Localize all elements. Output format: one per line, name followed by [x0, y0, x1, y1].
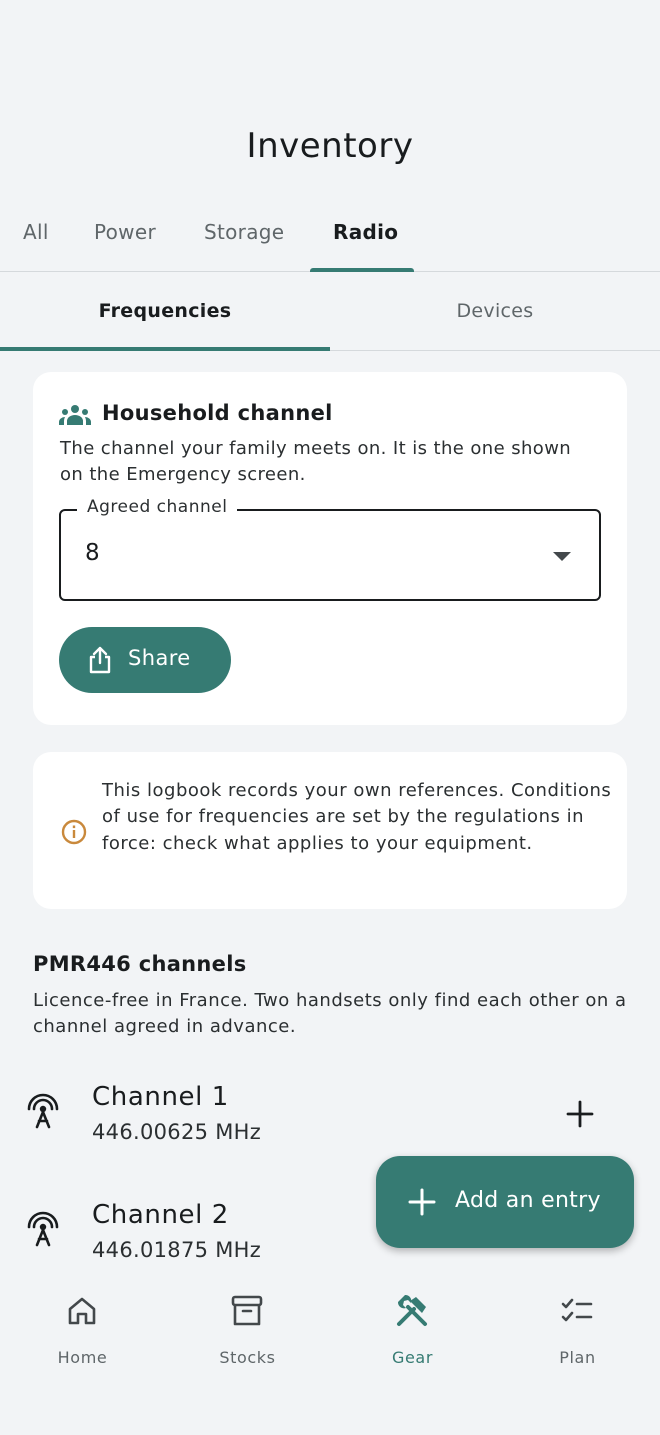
family-icon [59, 405, 91, 425]
channel-frequency: 446.01875 MHz [92, 1238, 262, 1262]
info-card: This logbook records your own references… [33, 752, 627, 909]
share-label: Share [128, 646, 191, 670]
tab-devices[interactable]: Devices [330, 272, 660, 350]
agreed-channel-dropdown[interactable]: Agreed channel 8 [59, 497, 601, 601]
subtab-indicator [0, 347, 330, 351]
dropdown-arrow-icon [553, 552, 571, 561]
tab-power[interactable]: Power [94, 200, 156, 272]
tools-icon [397, 1294, 427, 1326]
plus-icon [408, 1188, 436, 1216]
nav-plan[interactable]: Plan [495, 1268, 660, 1388]
bottom-navigation: Home Stocks Gear Plan [0, 1268, 660, 1435]
nav-home-label: Home [57, 1348, 108, 1367]
info-icon [61, 819, 87, 845]
channel-name: Channel 1 [92, 1082, 229, 1112]
household-title: Household channel [102, 401, 333, 425]
share-icon [89, 646, 111, 674]
nav-home[interactable]: Home [0, 1268, 165, 1388]
page-title: Inventory [246, 126, 414, 166]
channel-frequency: 446.00625 MHz [92, 1120, 262, 1144]
tab-frequencies[interactable]: Frequencies [0, 272, 330, 350]
household-description: The channel your family meets on. It is … [60, 438, 572, 485]
section-description: Licence-free in France. Two handsets onl… [33, 990, 627, 1038]
archive-icon [231, 1295, 263, 1326]
inventory-screen: Inventory All Power Storage Radio Freque… [0, 0, 660, 1435]
household-channel-card: Household channel The channel your famil… [33, 372, 627, 725]
antenna-icon [27, 1211, 59, 1247]
nav-gear[interactable]: Gear [330, 1268, 495, 1388]
checklist-icon [561, 1298, 593, 1322]
nav-plan-label: Plan [559, 1348, 596, 1367]
plus-icon [566, 1100, 594, 1128]
tab-radio[interactable]: Radio [333, 200, 398, 272]
antenna-icon [27, 1093, 59, 1129]
section-title: PMR446 channels [33, 952, 247, 976]
category-tabs: All Power Storage Radio [0, 200, 660, 272]
agreed-channel-label: Agreed channel [77, 497, 238, 517]
tab-storage[interactable]: Storage [204, 200, 284, 272]
info-text: This logbook records your own references… [102, 780, 612, 854]
nav-stocks-label: Stocks [219, 1348, 276, 1367]
agreed-channel-value: 8 [85, 540, 100, 566]
radio-subtabs: Frequencies Devices [0, 272, 660, 350]
home-icon [68, 1297, 96, 1325]
list-item[interactable]: Channel 1 446.00625 MHz [0, 1060, 660, 1170]
nav-stocks[interactable]: Stocks [165, 1268, 330, 1388]
share-button[interactable]: Share [59, 627, 231, 693]
add-entry-label: Add an entry [455, 1188, 601, 1213]
add-entry-fab[interactable]: Add an entry [376, 1156, 634, 1248]
nav-gear-label: Gear [391, 1348, 434, 1367]
channel-name: Channel 2 [92, 1200, 229, 1230]
add-channel-button[interactable] [552, 1094, 608, 1134]
tab-all[interactable]: All [23, 200, 49, 272]
